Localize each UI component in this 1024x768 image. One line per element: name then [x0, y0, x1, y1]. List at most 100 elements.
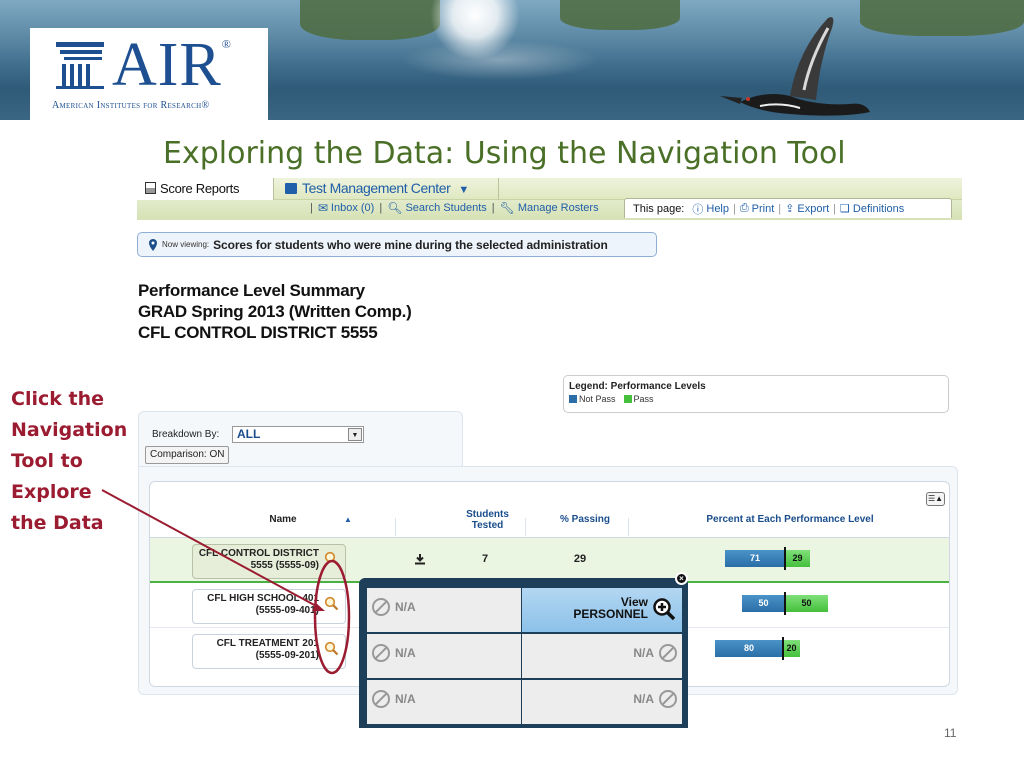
- breakdown-label: Breakdown By:: [152, 429, 220, 440]
- cut-score-line: [782, 637, 784, 660]
- cut-score-line: [784, 592, 786, 615]
- bar-pass-label: 20: [786, 643, 797, 653]
- map-pin-icon: [149, 238, 157, 251]
- report-test: GRAD Spring 2013 (Written Comp.): [138, 302, 412, 321]
- definitions-label: Definitions: [852, 202, 905, 215]
- now-viewing-text: Scores for students who were mine during…: [213, 237, 608, 252]
- row-name-line2: (5555-09-401): [255, 605, 319, 616]
- report-heading: Performance Level Summary GRAD Spring 20…: [138, 280, 412, 343]
- annotation-line: Explore: [11, 481, 92, 503]
- capitol-icon: [56, 42, 104, 89]
- header-banner: AIR® American Institutes for Research®: [0, 0, 1024, 120]
- wrench-icon: 🔧︎: [499, 201, 515, 215]
- annotation-line: Tool to: [11, 450, 83, 472]
- col-header-name-label: Name: [269, 514, 297, 525]
- not-allowed-icon: [659, 690, 677, 708]
- legend-label: Pass: [633, 394, 654, 404]
- help-link[interactable]: ⓘ Help: [692, 201, 729, 217]
- popup-option-disabled: N/A: [522, 634, 682, 678]
- column-options-button[interactable]: ☰▲: [926, 492, 945, 506]
- tab-score-reports-label: Score Reports: [160, 181, 240, 196]
- search-students-label: Search Students: [405, 202, 487, 214]
- book-icon: ❑: [840, 203, 850, 215]
- bar-segment-pass: 29: [785, 550, 810, 567]
- not-allowed-icon: [659, 644, 677, 662]
- inbox-link[interactable]: ✉ Inbox (0): [318, 201, 374, 215]
- export-link[interactable]: ⇪ Export: [785, 202, 829, 216]
- table-row: CFL CONTROL DISTRICT 5555 (5555-09) 7 29…: [150, 538, 949, 583]
- popup-row: N/A N/A: [367, 680, 682, 724]
- export-icon: ⇪: [785, 203, 795, 215]
- close-icon[interactable]: ×: [675, 572, 688, 585]
- navigation-magnifier-icon[interactable]: [324, 596, 339, 611]
- definitions-link[interactable]: ❑ Definitions: [840, 202, 905, 216]
- na-label: N/A: [395, 692, 416, 706]
- annotation-line: Navigation: [11, 419, 128, 441]
- bar-segment-not-pass: 80: [715, 640, 783, 657]
- col-header-name[interactable]: Name: [258, 514, 308, 525]
- legend-title: Legend: Performance Levels: [569, 381, 706, 392]
- row-name-line2: 5555 (5555-09): [250, 560, 319, 571]
- help-label: Help: [706, 202, 729, 215]
- bar-segment-pass: 50: [785, 595, 828, 612]
- caret-down-icon: ▼: [458, 184, 469, 196]
- download-icon[interactable]: [414, 553, 426, 565]
- search-icon: 🔍︎: [387, 201, 403, 215]
- tab-score-reports[interactable]: Score Reports: [137, 178, 274, 200]
- popup-row: N/A N/A: [367, 634, 682, 678]
- callout-annotation: Click the Navigation Tool to Explore the…: [11, 384, 135, 539]
- personnel-label: PERSONNEL: [573, 607, 648, 621]
- this-page-label: This page:: [633, 202, 685, 215]
- percent-passing-value: 29: [573, 553, 587, 565]
- report-icon: [145, 182, 156, 194]
- row-name-line1: CFL HIGH SCHOOL 401: [207, 593, 319, 604]
- popup-option-disabled: N/A: [367, 634, 521, 678]
- legend-label: Not Pass: [579, 394, 616, 404]
- search-students-link[interactable]: 🔍︎ Search Students: [387, 201, 487, 215]
- inbox-link-label: Inbox (0): [330, 202, 375, 214]
- manage-rosters-link[interactable]: 🔧︎ Manage Rosters: [500, 201, 599, 215]
- row-name-cell: CFL HIGH SCHOOL 401 (5555-09-401): [192, 589, 346, 624]
- annotation-line: the Data: [11, 512, 104, 534]
- view-personnel-button[interactable]: View PERSONNEL: [522, 588, 682, 632]
- nav-links: | ✉ Inbox (0) | 🔍︎ Search Students | 🔧︎ Man…: [310, 201, 599, 215]
- bar-segment-not-pass: 50: [742, 595, 785, 612]
- print-link[interactable]: ⎙ Print: [740, 202, 774, 215]
- app-toolbar: Score Reports Test Management Center ▼ | …: [137, 178, 962, 220]
- logo-text: AIR: [112, 31, 222, 99]
- inbox-icon: ✉: [317, 201, 328, 215]
- comparison-toggle-button[interactable]: Comparison: ON: [145, 446, 230, 464]
- breakdown-panel: Breakdown By: ALL ▼ Comparison: ON: [138, 411, 463, 467]
- navigation-magnifier-icon[interactable]: [324, 641, 339, 656]
- help-icon: ⓘ: [692, 203, 704, 216]
- now-viewing-prefix: Now viewing:: [162, 240, 210, 249]
- na-label: N/A: [633, 646, 654, 660]
- col-header-students-line1: Students: [466, 509, 509, 520]
- popup-option-disabled: N/A: [367, 588, 521, 632]
- bar-not-pass-label: 50: [758, 598, 769, 608]
- manage-rosters-label: Manage Rosters: [517, 202, 599, 214]
- breakdown-select[interactable]: ALL ▼: [232, 426, 364, 443]
- popup-row: N/A View PERSONNEL: [367, 588, 682, 632]
- navigation-tool-popup: × N/A View PERSONNEL N/A N/A N/A N/A: [359, 572, 688, 728]
- tab-test-management-center[interactable]: Test Management Center ▼: [285, 180, 469, 196]
- legend-item-not-pass: Not Pass: [569, 394, 616, 404]
- col-header-students-line2: Tested: [471, 520, 504, 531]
- na-label: N/A: [633, 692, 654, 706]
- not-allowed-icon: [372, 690, 390, 708]
- print-icon: ⎙: [739, 202, 749, 214]
- col-header-students-tested[interactable]: Students Tested: [450, 509, 525, 531]
- row-name-cell: CFL CONTROL DISTRICT 5555 (5555-09): [192, 544, 346, 579]
- navigation-magnifier-icon[interactable]: [324, 551, 339, 566]
- cut-score-line: [784, 547, 786, 570]
- bar-segment-pass: 20: [783, 640, 800, 657]
- row-name-cell: CFL TREATMENT 201 (5555-09-201): [192, 634, 346, 669]
- sort-ascending-icon[interactable]: ▲: [340, 514, 356, 525]
- bar-pass-label: 29: [792, 553, 803, 563]
- not-allowed-icon: [372, 644, 390, 662]
- col-header-passing[interactable]: % Passing: [535, 514, 635, 525]
- students-tested-value: 7: [481, 553, 489, 565]
- col-header-performance-levels[interactable]: Percent at Each Performance Level: [630, 514, 949, 525]
- row-name-line1: CFL TREATMENT 201: [216, 638, 319, 649]
- bar-not-pass-label: 80: [743, 643, 754, 653]
